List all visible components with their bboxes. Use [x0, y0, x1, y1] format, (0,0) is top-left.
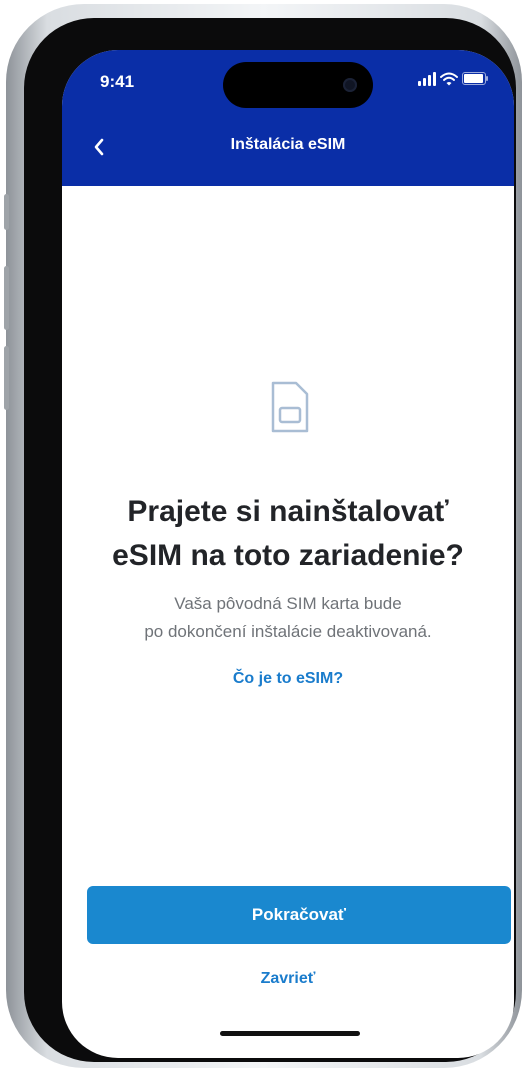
front-camera: [343, 78, 357, 92]
wifi-icon: [440, 72, 458, 86]
phone-bezel: 9:41 Inštalácia eSIM Prajete si nainštal…: [24, 18, 516, 1062]
continue-button[interactable]: Pokračovať: [87, 886, 511, 944]
home-indicator[interactable]: [220, 1031, 360, 1036]
headline-line: eSIM na toto zariadenie?: [112, 539, 464, 572]
subtitle: Vaša pôvodná SIM karta bude po dokončení…: [72, 590, 504, 646]
battery-icon: [462, 72, 488, 85]
what-is-esim-link[interactable]: Čo je to eSIM?: [62, 670, 514, 688]
cellular-signal-icon: [418, 72, 436, 86]
page-title: Inštalácia eSIM: [230, 136, 346, 153]
volume-down-button: [4, 346, 9, 410]
app-header: 9:41 Inštalácia eSIM: [62, 50, 514, 186]
headline: Prajete si nainštalovať eSIM na toto zar…: [72, 490, 504, 578]
close-button[interactable]: Zavrieť: [62, 970, 514, 988]
action-button: [4, 194, 9, 230]
sim-card-icon: [271, 381, 309, 433]
subtitle-line: po dokončení inštalácie deaktivovaná.: [144, 622, 432, 641]
headline-line: Prajete si nainštalovať: [127, 495, 449, 528]
volume-up-button: [4, 266, 9, 330]
subtitle-line: Vaša pôvodná SIM karta bude: [174, 594, 402, 613]
status-time: 9:41: [100, 72, 135, 91]
phone-screen: 9:41 Inštalácia eSIM Prajete si nainštal…: [62, 50, 514, 1058]
dynamic-island: [223, 62, 373, 108]
phone-frame: 9:41 Inštalácia eSIM Prajete si nainštal…: [4, 4, 522, 1068]
